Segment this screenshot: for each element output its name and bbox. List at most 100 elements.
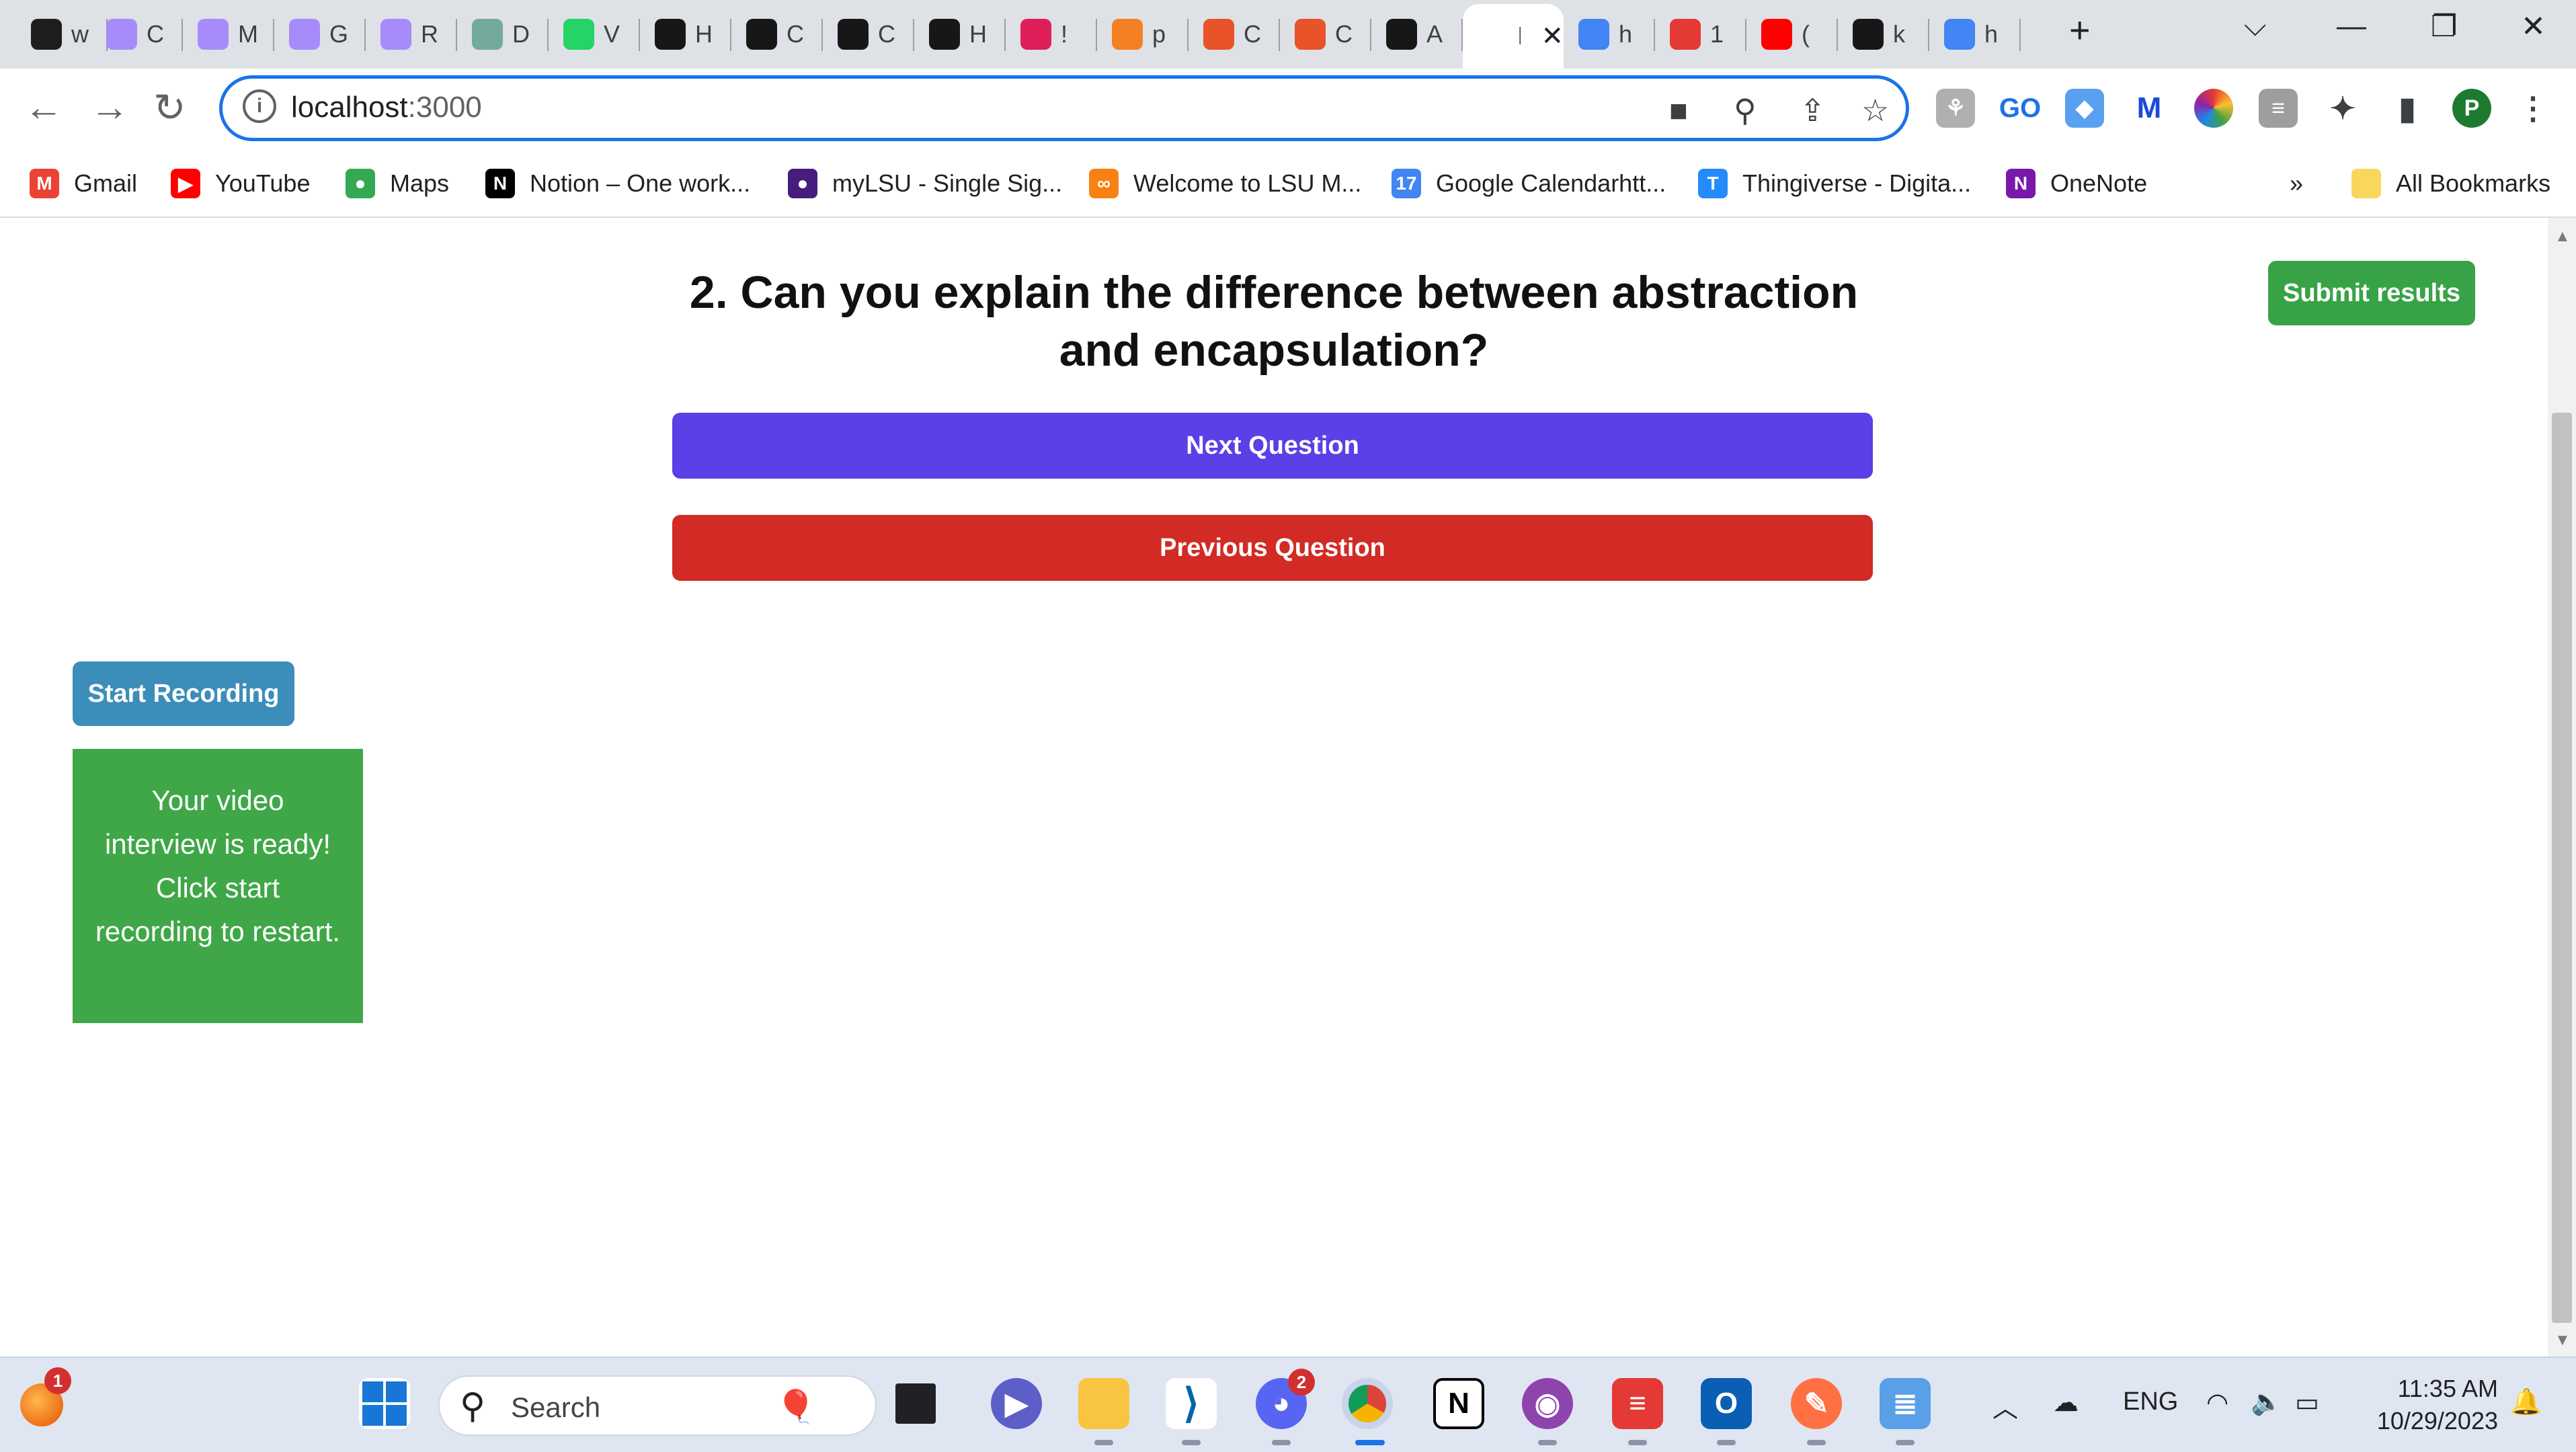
browser-tab[interactable]: h	[1929, 7, 2021, 62]
browser-tab[interactable]: C	[1280, 7, 1371, 62]
menu-kebab-icon[interactable]: ⋮	[2518, 89, 2548, 128]
browser-tab[interactable]: D	[457, 7, 549, 62]
tray-chevron-icon[interactable]: ︿	[1993, 1387, 2018, 1424]
bookmark-item[interactable]: N Notion – One work...	[485, 164, 750, 203]
bookmark-item[interactable]: T Thingiverse - Digita...	[1698, 164, 1971, 203]
page-scrollbar[interactable]: ▲ ▼	[2548, 218, 2576, 1357]
github-icon	[655, 19, 686, 50]
browser-tab[interactable]: R	[366, 7, 457, 62]
start-button[interactable]	[359, 1378, 410, 1429]
close-window-button[interactable]: ✕	[2521, 9, 2546, 44]
clock-date: 10/29/2023	[2376, 1407, 2498, 1435]
task-view-icon[interactable]	[895, 1383, 936, 1424]
camera-icon[interactable]: ■	[1669, 92, 1688, 128]
extension-go-icon[interactable]: GO	[1999, 89, 2041, 128]
browser-tab[interactable]: 1	[1655, 7, 1746, 62]
tab-title: R	[421, 20, 438, 48]
extensions-puzzle-icon[interactable]: ✦	[2323, 89, 2362, 128]
search-placeholder: Search	[511, 1392, 601, 1423]
bookmark-item[interactable]: ∞ Welcome to LSU M...	[1089, 164, 1361, 203]
browser-tab[interactable]: G	[274, 7, 366, 62]
next-question-button[interactable]: Next Question	[672, 413, 1873, 479]
tab-search-chevron-icon[interactable]: ⌵	[2244, 9, 2266, 43]
browser-tab[interactable]: C	[1189, 7, 1280, 62]
url-text[interactable]: localhost:3000	[291, 91, 482, 124]
bookmark-label: Maps	[390, 169, 450, 197]
browser-tab[interactable]: p	[1097, 7, 1189, 62]
wifi-icon[interactable]: ◠	[2206, 1387, 2228, 1418]
bookmark-item[interactable]: M Gmail	[30, 164, 137, 203]
moodle-icon: ∞	[1089, 169, 1119, 198]
battery-icon[interactable]: ▭	[2295, 1387, 2319, 1418]
profile-avatar[interactable]: P	[2452, 89, 2491, 128]
browser-tab[interactable]: lc ✕	[1463, 4, 1564, 69]
browser-tab[interactable]: !	[1006, 7, 1097, 62]
volume-icon[interactable]: 🔈	[2251, 1387, 2282, 1417]
video-status-message: Your video interview is ready! Click sta…	[73, 749, 363, 1023]
tab-title: H	[695, 20, 713, 48]
vscode-icon[interactable]: ⟩	[1166, 1378, 1217, 1429]
scroll-down-arrow-icon[interactable]: ▼	[2554, 1331, 2571, 1350]
zoom-icon[interactable]: ⚲	[1734, 92, 1757, 128]
expressvpn-icon[interactable]: ≡	[1612, 1378, 1663, 1429]
notepad-icon[interactable]: ≣	[1880, 1378, 1931, 1429]
previous-question-button[interactable]: Previous Question	[672, 515, 1873, 581]
malwarebytes-icon[interactable]: M	[2130, 89, 2169, 128]
browser-tab[interactable]: k	[1838, 7, 1929, 62]
side-panel-icon[interactable]: ▮	[2388, 89, 2427, 128]
language-indicator[interactable]: ENG	[2123, 1387, 2178, 1416]
notification-bell-icon[interactable]: 🔔	[2510, 1387, 2542, 1417]
browser-tab[interactable]: A	[1371, 7, 1463, 62]
address-bar[interactable]: i localhost:3000 ■ ⚲ ⇪ ☆	[219, 75, 1909, 141]
teams-chat-icon[interactable]: ▶	[991, 1378, 1042, 1429]
minimize-button[interactable]: —	[2337, 9, 2366, 43]
all-bookmarks-button[interactable]: All Bookmarks	[2351, 164, 2550, 203]
taskbar-clock[interactable]: 11:35 AM 10/29/2023	[2357, 1373, 2498, 1437]
extension-badge-icon[interactable]: ◆	[2065, 89, 2104, 128]
browser-tab[interactable]: C	[731, 7, 823, 62]
github-running-indicator	[1538, 1440, 1557, 1445]
browser-tab[interactable]: M	[183, 7, 274, 62]
chrome-icon[interactable]	[1342, 1378, 1393, 1429]
bookmark-item[interactable]: N OneNote	[2006, 164, 2147, 203]
extension-notes-icon[interactable]: ≡	[2259, 89, 2298, 128]
bookmarks-overflow-button[interactable]: »	[2290, 164, 2303, 203]
start-recording-button[interactable]: Start Recording	[73, 661, 294, 726]
outlook-new-icon[interactable]: O	[1701, 1378, 1752, 1429]
file-explorer-icon[interactable]	[1078, 1378, 1129, 1429]
openai-icon	[1295, 19, 1326, 50]
onedrive-icon[interactable]: ☁	[2053, 1387, 2079, 1418]
back-button[interactable]: ←	[24, 85, 63, 130]
bookmark-item[interactable]: ● myLSU - Single Sig...	[788, 164, 1062, 203]
browser-tab[interactable]: h	[1564, 7, 1655, 62]
bookmark-item[interactable]: ● Maps	[346, 164, 449, 203]
color-picker-icon[interactable]	[2194, 89, 2233, 128]
notepad-running-indicator	[1896, 1440, 1915, 1445]
site-info-icon[interactable]: i	[243, 89, 276, 123]
bookmark-item[interactable]: 17 Google Calendarhtt...	[1392, 164, 1666, 203]
tab-title: C	[147, 20, 164, 48]
browser-tab[interactable]: C	[823, 7, 914, 62]
scroll-thumb[interactable]	[2552, 413, 2572, 1323]
browser-tab[interactable]: C	[91, 7, 183, 62]
close-tab-icon[interactable]: ✕	[1541, 21, 1564, 52]
bookmark-star-icon[interactable]: ☆	[1861, 92, 1889, 128]
new-tab-button[interactable]: +	[2069, 9, 2091, 51]
sketch-app-icon[interactable]: ✎	[1791, 1378, 1842, 1429]
browser-tab[interactable]: H	[914, 7, 1006, 62]
submit-results-button[interactable]: Submit results	[2268, 261, 2475, 325]
extension-ghost-icon[interactable]: ⚘	[1936, 89, 1975, 128]
tab-title: C	[878, 20, 895, 48]
scroll-up-arrow-icon[interactable]: ▲	[2554, 227, 2571, 246]
restore-button[interactable]: ❐	[2431, 9, 2457, 44]
github-desktop-icon[interactable]: ◉	[1522, 1378, 1573, 1429]
share-icon[interactable]: ⇪	[1800, 92, 1826, 128]
browser-tab[interactable]: V	[549, 7, 640, 62]
reload-button[interactable]: ↻	[153, 85, 186, 130]
browser-tab[interactable]: (	[1746, 7, 1838, 62]
forward-button[interactable]: →	[90, 85, 129, 130]
bookmark-item[interactable]: ▶ YouTube	[171, 164, 310, 203]
taskbar-search-box[interactable]: ⚲ Search 🎈	[438, 1375, 877, 1436]
browser-tab[interactable]: H	[640, 7, 731, 62]
notion-taskbar-icon[interactable]: N	[1433, 1378, 1484, 1429]
